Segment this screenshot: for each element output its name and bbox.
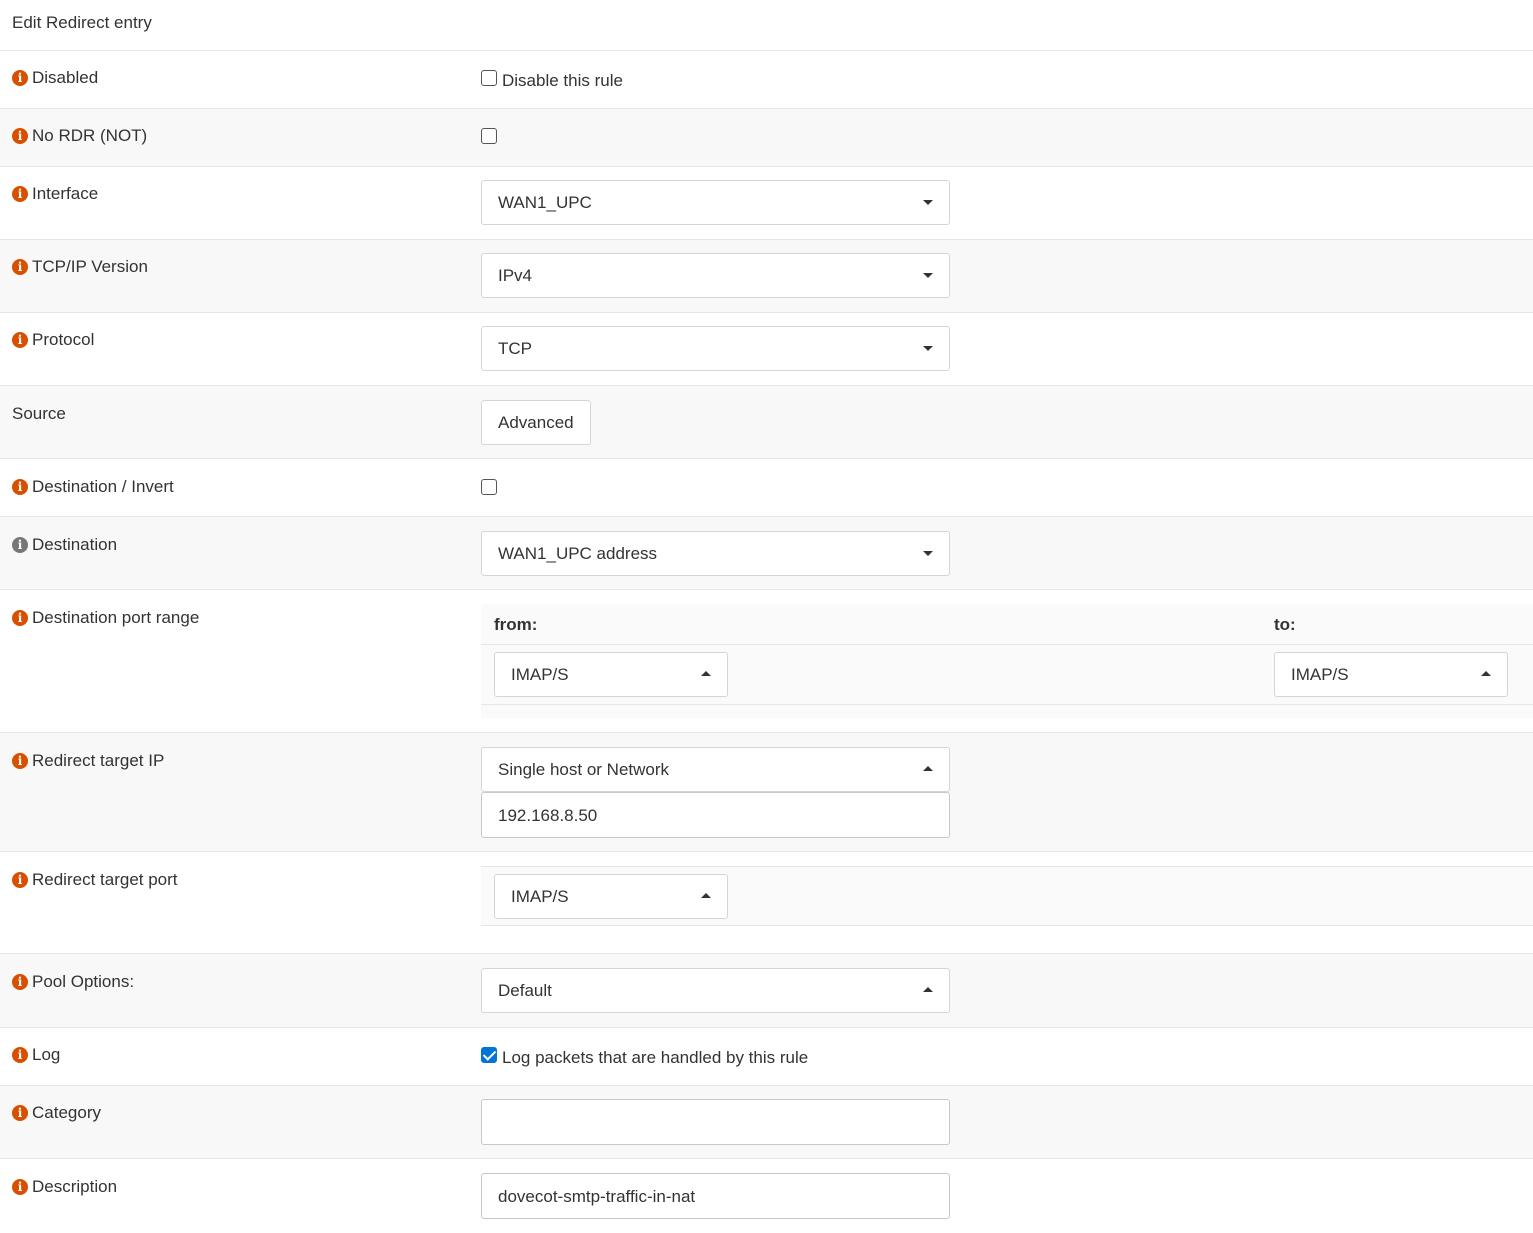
port-to-header: to: bbox=[1274, 615, 1296, 634]
log-checkbox[interactable] bbox=[481, 1047, 497, 1063]
protocol-label: i Protocol bbox=[12, 330, 94, 350]
log-label: i Log bbox=[12, 1045, 60, 1065]
caret-down-icon bbox=[923, 200, 933, 205]
row-pool-options: i Pool Options: Default bbox=[0, 954, 1533, 1028]
redirect-target-port-select[interactable]: IMAP/S bbox=[494, 874, 728, 919]
info-icon[interactable]: i bbox=[12, 872, 28, 888]
caret-down-icon bbox=[923, 346, 933, 351]
redirect-target-port-label: i Redirect target port bbox=[12, 870, 178, 890]
page-title: Edit Redirect entry bbox=[12, 13, 152, 32]
redirect-target-type-select[interactable]: Single host or Network bbox=[481, 747, 950, 792]
info-icon[interactable]: i bbox=[12, 537, 28, 553]
caret-down-icon bbox=[923, 551, 933, 556]
info-icon[interactable]: i bbox=[12, 753, 28, 769]
port-to-select[interactable]: IMAP/S bbox=[1274, 652, 1508, 697]
interface-select[interactable]: WAN1_UPC bbox=[481, 180, 950, 225]
row-destination: i Destination WAN1_UPC address bbox=[0, 517, 1533, 590]
source-advanced-button[interactable]: Advanced bbox=[481, 400, 591, 445]
redirect-port-table: IMAP/S bbox=[481, 866, 1533, 926]
row-log: i Log Log packets that are handled by th… bbox=[0, 1028, 1533, 1086]
tcpip-version-label: i TCP/IP Version bbox=[12, 257, 148, 277]
pool-options-select[interactable]: Default bbox=[481, 968, 950, 1013]
row-source: Source Advanced bbox=[0, 386, 1533, 459]
category-label: i Category bbox=[12, 1103, 101, 1123]
caret-up-icon bbox=[701, 671, 711, 676]
disable-rule-label[interactable]: Disable this rule bbox=[502, 71, 623, 91]
category-input[interactable] bbox=[481, 1099, 950, 1145]
info-icon[interactable]: i bbox=[12, 259, 28, 275]
info-icon[interactable]: i bbox=[12, 128, 28, 144]
info-icon[interactable]: i bbox=[12, 332, 28, 348]
row-destination-invert: i Destination / Invert bbox=[0, 459, 1533, 517]
description-label: i Description bbox=[12, 1177, 117, 1197]
row-no-rdr: i No RDR (NOT) bbox=[0, 109, 1533, 167]
info-icon[interactable]: i bbox=[12, 70, 28, 86]
row-tcpip-version: i TCP/IP Version IPv4 bbox=[0, 240, 1533, 313]
row-protocol: i Protocol TCP bbox=[0, 313, 1533, 386]
caret-up-icon bbox=[1481, 671, 1491, 676]
divider bbox=[481, 866, 1533, 867]
source-label: Source bbox=[12, 404, 66, 423]
disable-rule-checkbox[interactable] bbox=[481, 70, 497, 86]
row-destination-port-range: i Destination port range from: to: IMAP/… bbox=[0, 590, 1533, 733]
description-input[interactable]: dovecot-smtp-traffic-in-nat bbox=[481, 1173, 950, 1219]
port-from-select[interactable]: IMAP/S bbox=[494, 652, 728, 697]
port-from-header: from: bbox=[494, 615, 538, 634]
redirect-target-ip-input[interactable]: 192.168.8.50 bbox=[481, 792, 950, 838]
log-checkbox-label[interactable]: Log packets that are handled by this rul… bbox=[502, 1048, 808, 1068]
row-description: i Description dovecot-smtp-traffic-in-na… bbox=[0, 1159, 1533, 1233]
port-range-table: from: to: IMAP/S IMAP/S bbox=[481, 604, 1533, 718]
info-icon[interactable]: i bbox=[12, 479, 28, 495]
info-icon[interactable]: i bbox=[12, 186, 28, 202]
info-icon[interactable]: i bbox=[12, 1105, 28, 1121]
caret-up-icon bbox=[923, 766, 933, 771]
destination-invert-label: i Destination / Invert bbox=[12, 477, 174, 497]
destination-label: i Destination bbox=[12, 535, 117, 555]
redirect-target-ip-label: i Redirect target IP bbox=[12, 751, 164, 771]
caret-up-icon bbox=[701, 893, 711, 898]
form-header: Edit Redirect entry bbox=[0, 0, 1533, 51]
divider bbox=[481, 704, 1533, 705]
no-rdr-label: i No RDR (NOT) bbox=[12, 126, 147, 146]
row-interface: i Interface WAN1_UPC bbox=[0, 167, 1533, 240]
destination-port-range-label: i Destination port range bbox=[12, 608, 199, 628]
caret-down-icon bbox=[923, 273, 933, 278]
pool-options-label: i Pool Options: bbox=[12, 972, 134, 992]
info-icon[interactable]: i bbox=[12, 1179, 28, 1195]
row-redirect-target-port: i Redirect target port IMAP/S bbox=[0, 852, 1533, 954]
tcpip-version-select[interactable]: IPv4 bbox=[481, 253, 950, 298]
divider bbox=[481, 644, 1533, 645]
caret-up-icon bbox=[923, 987, 933, 992]
row-disabled: i Disabled Disable this rule bbox=[0, 51, 1533, 109]
row-redirect-target-ip: i Redirect target IP Single host or Netw… bbox=[0, 733, 1533, 852]
divider bbox=[481, 925, 1533, 926]
destination-invert-checkbox[interactable] bbox=[481, 479, 497, 495]
disabled-label: i Disabled bbox=[12, 68, 98, 88]
interface-label: i Interface bbox=[12, 184, 98, 204]
protocol-select[interactable]: TCP bbox=[481, 326, 950, 371]
info-icon[interactable]: i bbox=[12, 610, 28, 626]
info-icon[interactable]: i bbox=[12, 1047, 28, 1063]
destination-select[interactable]: WAN1_UPC address bbox=[481, 531, 950, 576]
no-rdr-checkbox[interactable] bbox=[481, 128, 497, 144]
info-icon[interactable]: i bbox=[12, 974, 28, 990]
row-category: i Category bbox=[0, 1086, 1533, 1159]
